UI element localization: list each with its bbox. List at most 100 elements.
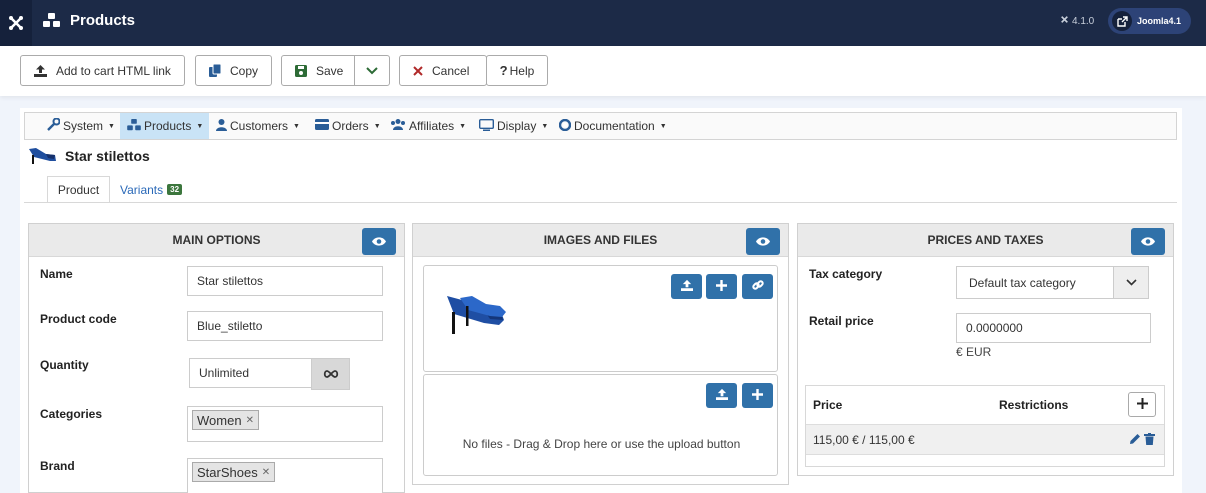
action-toolbar: Add to cart HTML link Copy Save Cancel ?… bbox=[0, 46, 1206, 96]
name-label: Name bbox=[40, 267, 73, 281]
upload-icon bbox=[34, 64, 47, 77]
add-to-cart-link-button[interactable]: Add to cart HTML link bbox=[20, 55, 185, 86]
add-image-url-button[interactable] bbox=[742, 274, 773, 299]
brand-label: Brand bbox=[40, 459, 75, 473]
question-icon: ? bbox=[499, 63, 508, 78]
add-file-button[interactable] bbox=[742, 383, 773, 408]
tab-product[interactable]: Product bbox=[47, 176, 110, 203]
remove-tag-icon[interactable]: ✕ bbox=[246, 415, 254, 426]
submenu-customers[interactable]: Customers ▼ bbox=[216, 113, 300, 139]
price-row-value: 115,00 € / 115,00 € bbox=[813, 433, 915, 447]
submenu-affiliates-label: Affiliates bbox=[409, 119, 455, 133]
brand-tag: StarShoes ✕ bbox=[192, 462, 276, 482]
eye-icon bbox=[372, 235, 386, 249]
wrench-icon bbox=[47, 117, 61, 134]
main-options-card: MAIN OPTIONS Name Star stilettos Product… bbox=[28, 223, 405, 493]
main-options-visibility-button[interactable] bbox=[362, 228, 396, 255]
hikashop-submenu: System ▼ Products ▼ Customers ▼ Orders ▼ Aff… bbox=[24, 112, 1177, 140]
variants-count-badge: 32 bbox=[167, 184, 183, 195]
edit-pencil-icon[interactable] bbox=[1129, 433, 1141, 448]
tax-category-label: Tax category bbox=[809, 267, 883, 281]
price-table: Price Restrictions 115,00 € / 115,00 € bbox=[805, 385, 1165, 467]
version-info: 4.1.0 bbox=[1060, 15, 1094, 27]
submenu-products-label: Products bbox=[144, 119, 192, 133]
copy-icon bbox=[209, 64, 221, 77]
categories-label: Categories bbox=[40, 407, 103, 421]
main-options-heading: MAIN OPTIONS bbox=[172, 233, 261, 247]
images-files-heading: IMAGES AND FILES bbox=[543, 233, 658, 247]
caret-down-icon: ▼ bbox=[293, 122, 300, 130]
eye-icon bbox=[1141, 235, 1155, 249]
view-site-button[interactable]: Joomla4.1 bbox=[1108, 8, 1191, 34]
category-tag: Women ✕ bbox=[192, 410, 259, 430]
unlimited-toggle-button[interactable] bbox=[311, 358, 350, 390]
save-button[interactable]: Save bbox=[281, 55, 355, 86]
external-link-icon bbox=[1112, 11, 1132, 31]
submenu-orders-label: Orders bbox=[332, 119, 369, 133]
caret-down-icon: ▼ bbox=[459, 122, 467, 130]
submenu-affiliates[interactable]: Affiliates ▼ bbox=[390, 113, 466, 139]
currency-note: € EUR bbox=[956, 345, 992, 359]
plus-icon bbox=[752, 388, 763, 403]
close-icon bbox=[413, 65, 423, 76]
submenu-customers-label: Customers bbox=[230, 119, 289, 133]
product-image-thumbnail[interactable] bbox=[444, 292, 508, 339]
save-icon bbox=[295, 64, 307, 77]
admin-header: Products 4.1.0 Joomla4.1 bbox=[0, 0, 1206, 46]
user-icon bbox=[216, 118, 227, 134]
caret-down-icon: ▼ bbox=[373, 122, 381, 130]
price-table-header: Price Restrictions bbox=[806, 386, 1164, 424]
image-dropzone[interactable] bbox=[423, 265, 778, 372]
copy-button[interactable]: Copy bbox=[195, 55, 272, 86]
submenu-orders[interactable]: Orders ▼ bbox=[315, 113, 381, 139]
product-code-input[interactable]: Blue_stiletto bbox=[187, 311, 383, 341]
upload-image-button[interactable] bbox=[671, 274, 702, 299]
prices-taxes-visibility-button[interactable] bbox=[1131, 228, 1165, 255]
save-options-dropdown[interactable] bbox=[354, 55, 390, 86]
add-image-button[interactable] bbox=[706, 274, 737, 299]
help-button[interactable]: ? Help bbox=[486, 55, 548, 86]
add-to-cart-label: Add to cart HTML link bbox=[56, 63, 171, 78]
images-files-visibility-button[interactable] bbox=[746, 228, 780, 255]
add-price-button[interactable] bbox=[1128, 392, 1156, 417]
tab-variants-label: Variants bbox=[120, 182, 164, 197]
joomla-logo-icon[interactable] bbox=[0, 0, 32, 46]
users-icon bbox=[390, 119, 406, 133]
tab-divider bbox=[24, 202, 1177, 203]
restrictions-column-header: Restrictions bbox=[999, 398, 1069, 412]
credit-card-icon bbox=[315, 119, 329, 133]
name-input[interactable]: Star stilettos bbox=[187, 266, 383, 296]
tax-category-select[interactable]: Default tax category bbox=[956, 266, 1149, 299]
submenu-system-label: System bbox=[63, 119, 104, 133]
infinity-icon bbox=[323, 367, 339, 381]
tab-variants[interactable]: Variants 32 bbox=[120, 176, 183, 203]
eye-icon bbox=[756, 235, 770, 249]
retail-price-input[interactable]: 0.0000000 bbox=[956, 313, 1151, 343]
submenu-display[interactable]: Display ▼ bbox=[478, 113, 548, 139]
submenu-documentation-label: Documentation bbox=[574, 119, 655, 133]
plus-icon bbox=[1136, 397, 1148, 412]
categories-select[interactable]: Women ✕ bbox=[187, 406, 383, 442]
submenu-products[interactable]: Products ▼ bbox=[120, 113, 209, 139]
save-label: Save bbox=[316, 63, 344, 78]
caret-down-icon: ▼ bbox=[108, 122, 115, 130]
chevron-down-icon bbox=[366, 64, 378, 78]
brand-tag-label: StarShoes bbox=[197, 464, 258, 480]
remove-tag-icon[interactable]: ✕ bbox=[262, 467, 270, 478]
file-dropzone[interactable]: No files - Drag & Drop here or use the u… bbox=[423, 374, 778, 476]
submenu-system[interactable]: System ▼ bbox=[47, 113, 115, 139]
monitor-icon bbox=[478, 118, 495, 134]
product-title: Star stilettos bbox=[65, 148, 150, 164]
images-files-header: IMAGES AND FILES bbox=[413, 224, 788, 257]
upload-file-button[interactable] bbox=[706, 383, 737, 408]
table-row: 115,00 € / 115,00 € bbox=[806, 424, 1164, 455]
brand-select[interactable]: StarShoes ✕ bbox=[187, 458, 383, 493]
cancel-button[interactable]: Cancel bbox=[399, 55, 487, 86]
quantity-input[interactable]: Unlimited bbox=[189, 358, 312, 388]
cubes-icon bbox=[43, 13, 60, 31]
submenu-documentation[interactable]: Documentation ▼ bbox=[558, 113, 667, 139]
main-options-header: MAIN OPTIONS bbox=[29, 224, 404, 257]
trash-icon[interactable] bbox=[1144, 433, 1155, 448]
upload-icon bbox=[680, 279, 693, 294]
joomla-small-icon bbox=[1060, 15, 1069, 27]
